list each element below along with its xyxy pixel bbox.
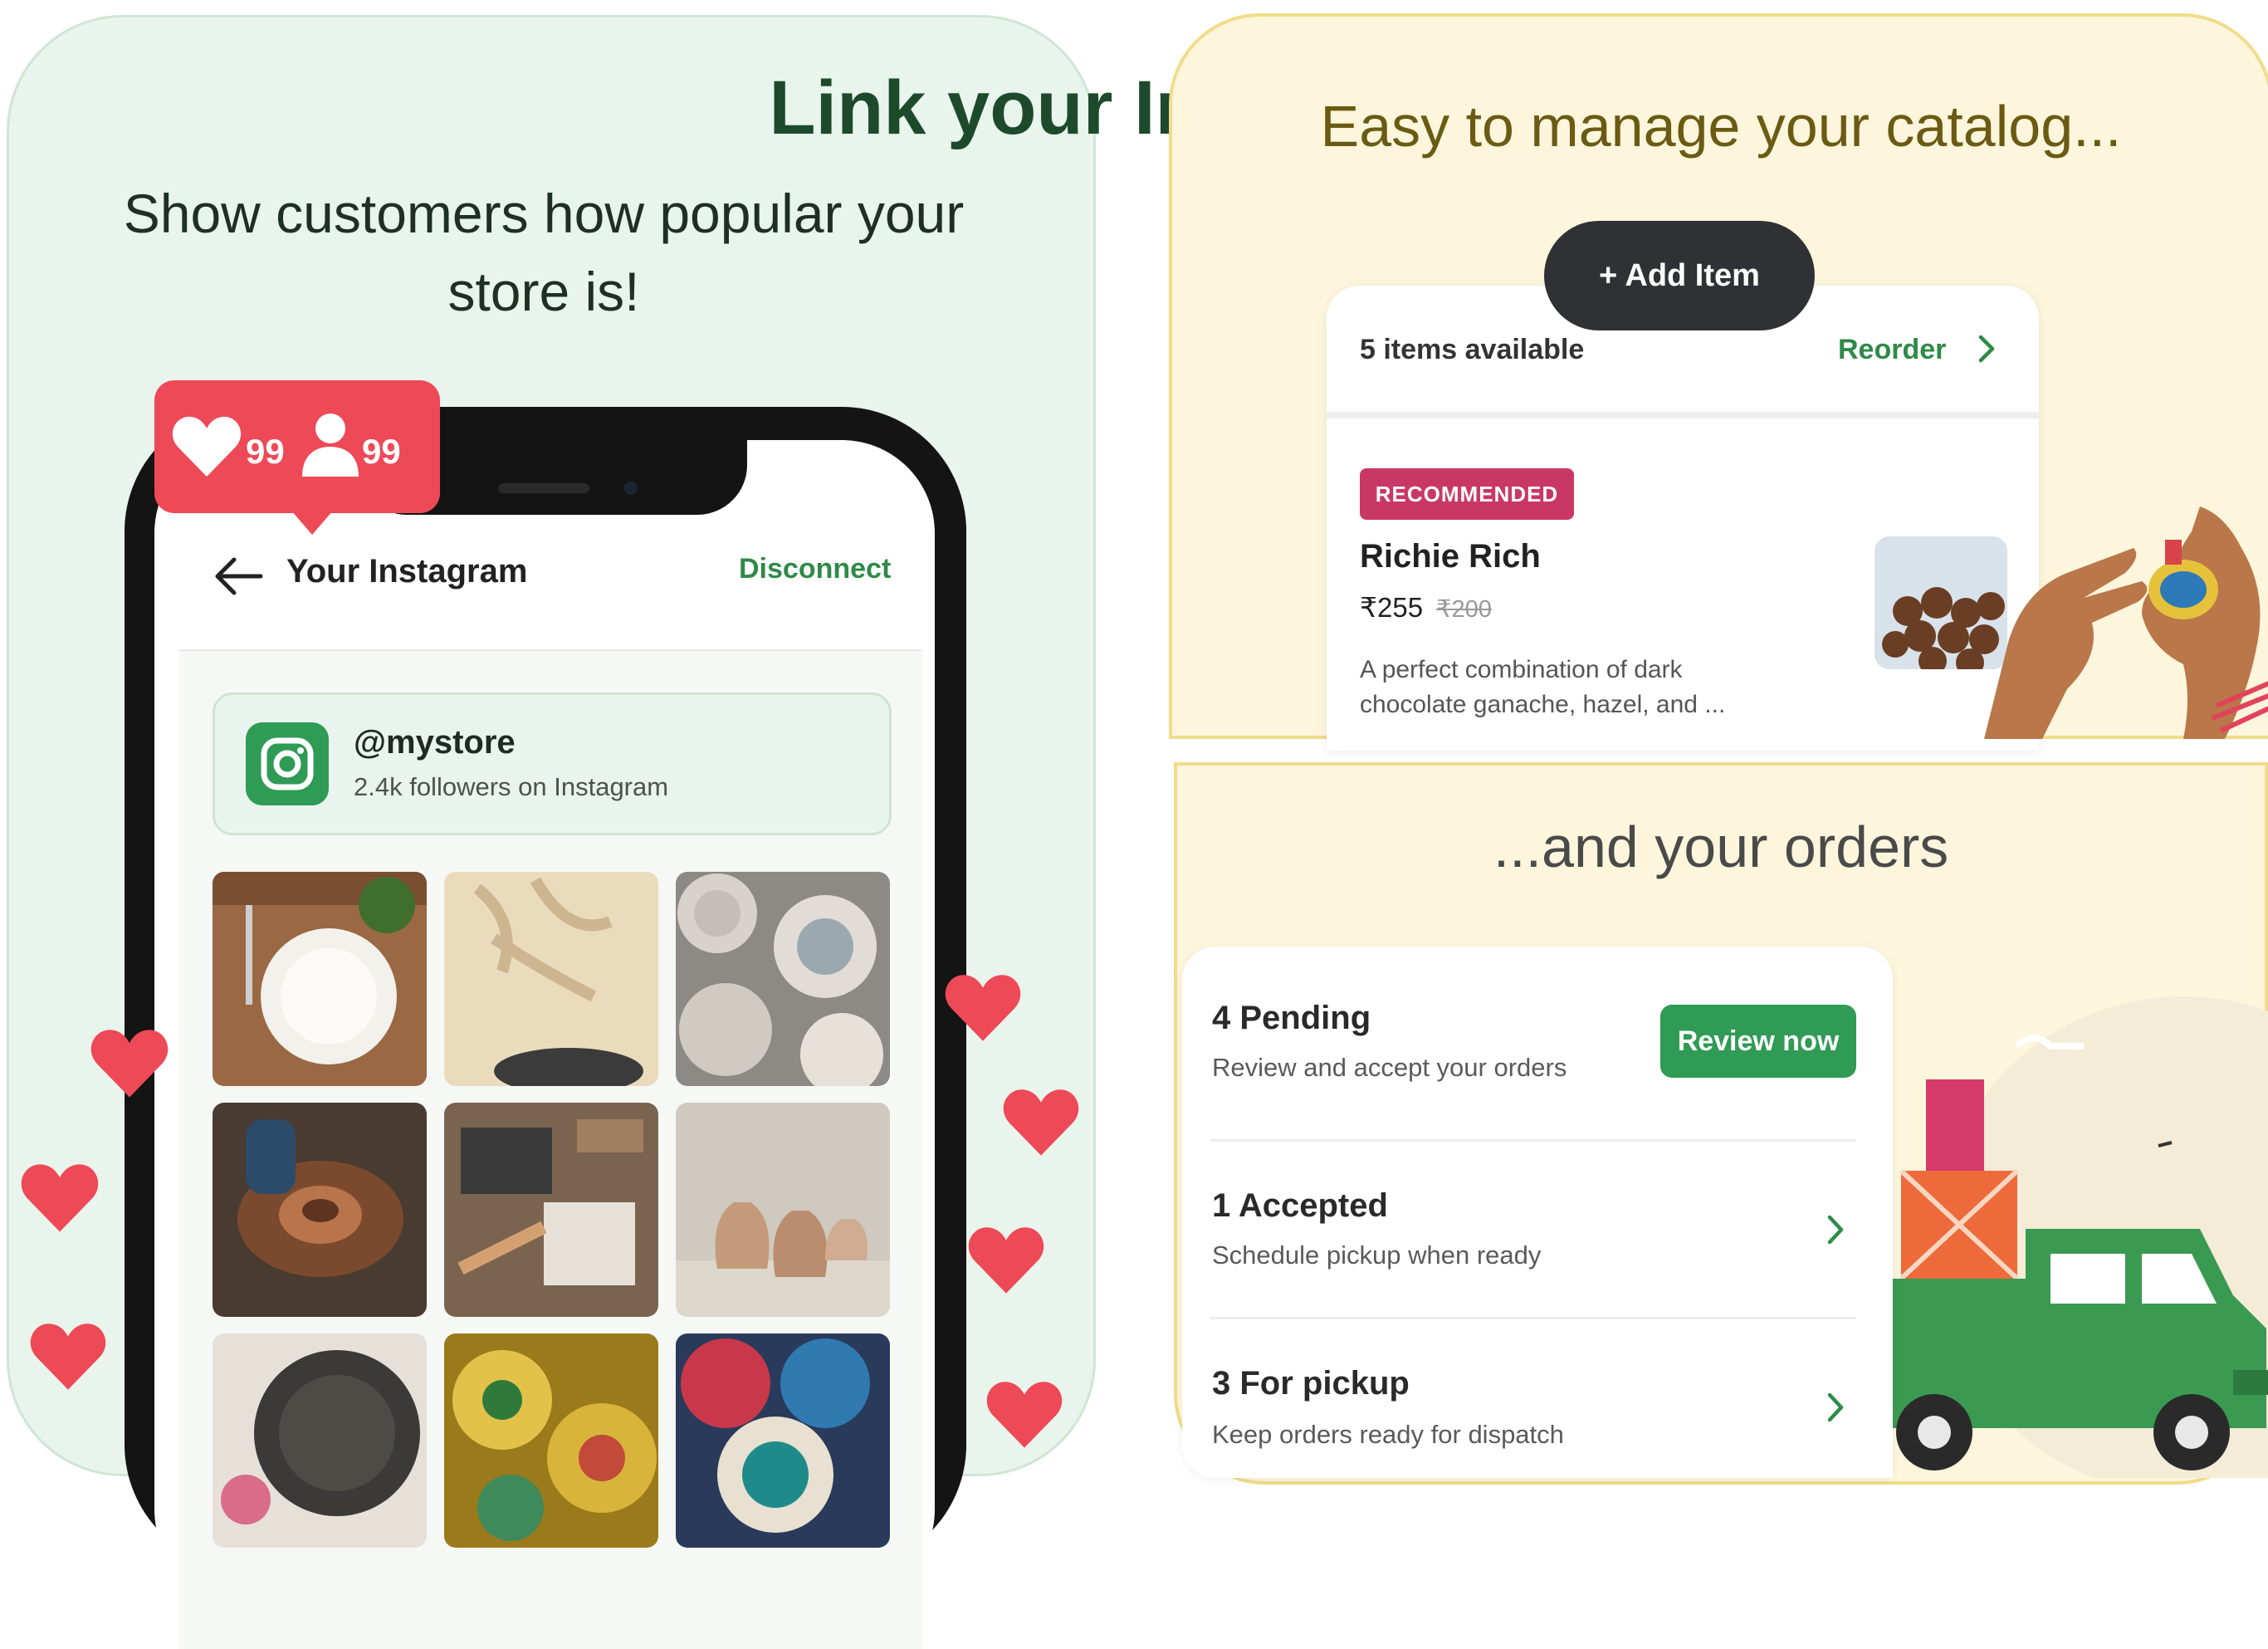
chevron-right-icon[interactable] xyxy=(1976,334,1997,364)
back-arrow-icon[interactable] xyxy=(209,551,267,601)
phone-speaker xyxy=(498,483,589,493)
catalog-panel-title: Easy to manage your catalog... xyxy=(1320,94,2122,159)
likes-count: 99 xyxy=(246,432,285,471)
product-old-price: ₹200 xyxy=(1436,596,1492,623)
chevron-right-icon[interactable] xyxy=(1825,1390,1846,1425)
order-divider xyxy=(1210,1317,1856,1319)
grid-post-pottery-wheel[interactable] xyxy=(213,1103,427,1317)
catalog-items-count: 5 items available xyxy=(1360,334,1585,365)
header-divider xyxy=(179,649,923,652)
order-status-title[interactable]: 3 For pickup xyxy=(1212,1365,1410,1402)
floating-heart-icon xyxy=(1003,1089,1079,1156)
grid-post-workshop-tools[interactable] xyxy=(444,1103,658,1317)
heart-icon xyxy=(172,416,242,477)
add-item-button[interactable]: + Add Item xyxy=(1544,221,1815,330)
phone-camera xyxy=(624,482,638,495)
grid-post-stacked-plates[interactable] xyxy=(676,872,890,1086)
product-price: ₹255 xyxy=(1360,592,1424,623)
orders-panel-title: ...and your orders xyxy=(1493,815,1949,879)
order-status-subtitle: Review and accept your orders xyxy=(1212,1053,1567,1082)
instagram-header-title: Your Instagram xyxy=(286,553,528,590)
reorder-link[interactable]: Reorder xyxy=(1838,334,1946,366)
stats-bubble-tail xyxy=(281,498,344,535)
hands-holding-product-illustration xyxy=(1984,506,2268,739)
disconnect-link[interactable]: Disconnect xyxy=(739,553,891,585)
floating-heart-icon xyxy=(945,975,1021,1041)
product-description: A perfect combination of dark chocolate … xyxy=(1360,656,1726,718)
floating-heart-icon xyxy=(90,1030,169,1098)
delivery-truck-illustration xyxy=(1884,996,2268,1478)
order-divider xyxy=(1210,1139,1856,1142)
instagram-handle: @mystore xyxy=(354,724,516,761)
floating-heart-icon xyxy=(986,1382,1063,1448)
floating-heart-icon xyxy=(968,1227,1044,1294)
order-status-title[interactable]: 1 Accepted xyxy=(1212,1187,1388,1225)
grid-post-dinner-plate[interactable] xyxy=(213,872,427,1086)
order-status-subtitle: Keep orders ready for dispatch xyxy=(1212,1420,1564,1449)
followers-icon xyxy=(302,413,359,477)
grid-post-painted-plates[interactable] xyxy=(444,1333,658,1548)
grid-post-shadow-bowl[interactable] xyxy=(444,872,658,1086)
recommended-badge: RECOMMENDED xyxy=(1360,468,1574,520)
catalog-divider xyxy=(1327,412,2039,418)
instagram-logo-icon xyxy=(246,722,329,805)
order-status-title: 4 Pending xyxy=(1212,1000,1371,1036)
instagram-follower-count: 2.4k followers on Instagram xyxy=(354,772,669,801)
chevron-right-icon[interactable] xyxy=(1825,1212,1846,1247)
review-now-button[interactable]: Review now xyxy=(1660,1005,1856,1078)
product-name[interactable]: Richie Rich xyxy=(1360,538,1541,575)
order-status-subtitle: Schedule pickup when ready xyxy=(1212,1240,1542,1270)
grid-post-colorful-bowls[interactable] xyxy=(676,1333,890,1548)
floating-heart-icon xyxy=(30,1324,106,1390)
floating-heart-icon xyxy=(21,1164,99,1232)
grid-post-embossed-plate[interactable] xyxy=(213,1333,427,1548)
grid-post-clay-vases[interactable] xyxy=(676,1103,890,1317)
followers-count: 99 xyxy=(362,432,401,471)
instagram-panel-subtitle: Show customers how popular your store is… xyxy=(123,183,965,322)
